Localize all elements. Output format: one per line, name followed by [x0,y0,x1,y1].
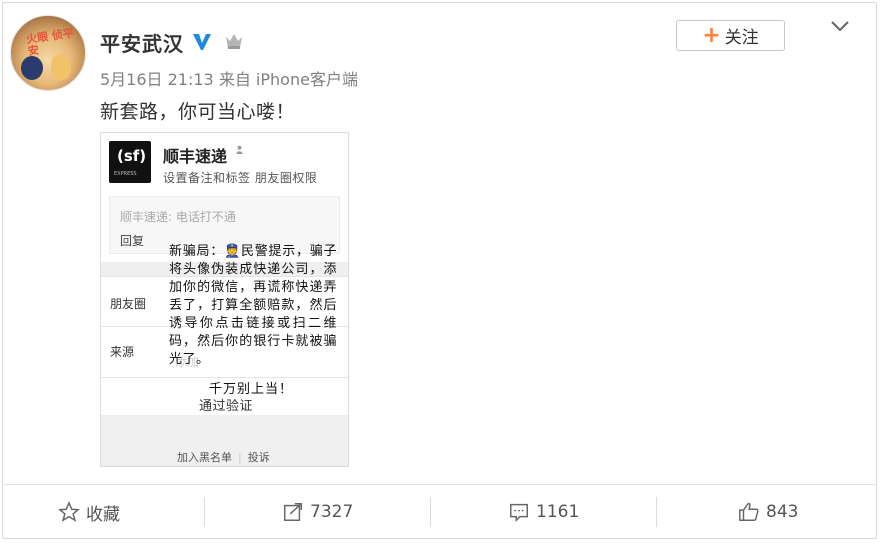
verify-label: 通过验证 [199,399,254,414]
follow-button[interactable]: + 关注 [676,20,785,51]
favorite-label: 收藏 [86,504,120,525]
thumbs-up-icon [739,502,759,521]
divider [204,497,205,527]
star-icon [58,501,80,522]
post-meta: 5月16日 21:13 来自 iPhone客户端 [100,66,358,90]
post-timestamp[interactable]: 5月16日 21:13 [100,70,214,89]
author-name[interactable]: 平安武汉 [100,28,184,57]
follow-label: 关注 [724,28,759,48]
contact-name: 顺丰速递 [163,147,228,166]
favorite-button[interactable]: 收藏 [58,485,120,539]
report-label: 投诉 [247,451,270,464]
comment-icon [510,503,528,523]
contact-options: 设置备注和标签 朋友圈权限 [163,171,318,185]
chevron-down-icon[interactable] [829,15,851,37]
post-source: 来自 iPhone客户端 [218,70,358,89]
row-source: 来源 [110,345,135,359]
reply-label: 回复 [120,234,145,248]
verified-badge-icon [193,34,211,50]
share-icon [284,503,302,521]
repost-count: 7327 [310,502,354,522]
divider [430,497,431,527]
divider [656,497,657,527]
post-image[interactable]: (sf) EXPRESS 顺丰速递 设置备注和标签 朋友圈权限 顺丰速递: 电话打… [100,132,349,467]
warning-overlay-text: 新骗局：👮民警提示，骗子将头像伪装成快递公司，添加你的微信，再谎称快递弄丢了，打… [169,244,337,367]
plus-icon: + [702,22,721,48]
blacklist-label: 加入黑名单 [177,451,232,464]
author-avatar[interactable]: 火眼 侦平安 [10,15,86,91]
person-icon [235,145,244,154]
like-count: 843 [766,502,799,522]
repost-button[interactable]: 7327 [282,485,353,539]
bottom-links: 加入黑名单 | 投诉 [177,451,270,464]
contact-message: 顺丰速递: 电话打不通 [120,210,236,224]
avatar-text: 火眼 侦平安 [25,26,75,58]
avatar-figure-police [21,56,43,80]
action-bar: 收藏 7327 1161 843 [2,484,877,539]
comment-count: 1161 [536,502,580,522]
row-moments: 朋友圈 [110,297,147,311]
post-text: 新套路，你可当心喽！ [100,101,296,123]
like-button[interactable]: 843 [738,485,798,539]
comment-button[interactable]: 1161 [508,485,579,539]
member-crown-icon [226,34,242,49]
avatar-figure-dog [51,54,71,80]
sf-logo: (sf) EXPRESS [109,141,151,183]
